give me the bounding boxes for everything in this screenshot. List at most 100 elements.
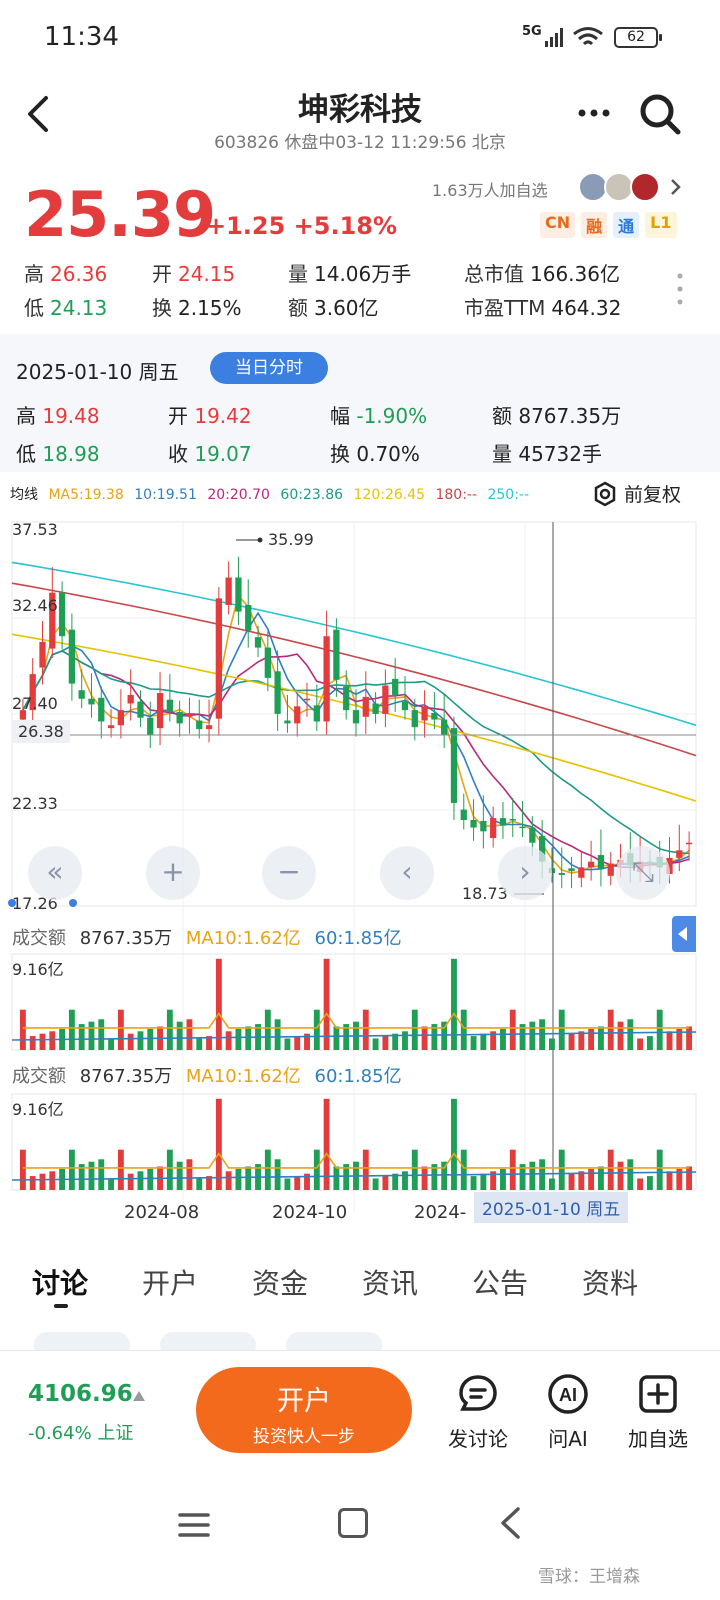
volume-bar	[147, 1028, 154, 1050]
volume-bar	[666, 1171, 673, 1190]
volume-bar	[333, 1166, 340, 1190]
candle-body	[597, 855, 605, 870]
expand-stats-icon[interactable]	[676, 272, 684, 306]
tab-discussion[interactable]: 讨论	[32, 1262, 88, 1302]
watcher-avatars[interactable]	[578, 172, 662, 202]
ask-ai-button[interactable]: AI 问AI	[528, 1373, 608, 1452]
volume-bar	[509, 1009, 516, 1050]
volume-bar	[245, 1166, 252, 1190]
candle-body	[499, 818, 507, 826]
candle-body	[676, 850, 683, 858]
add-watchlist-button[interactable]: 加自选	[618, 1373, 698, 1452]
tab-open-account[interactable]: 开户	[142, 1262, 198, 1302]
tag-connect[interactable]: 通	[613, 212, 640, 238]
volume-bar	[98, 1159, 105, 1190]
volume-bar	[39, 1033, 46, 1050]
candle-body	[450, 728, 458, 803]
volume-bar	[294, 1036, 301, 1050]
candle-body	[558, 873, 565, 875]
volume-bar	[39, 1173, 46, 1190]
volume-bar	[29, 1036, 36, 1050]
scroll-left-button[interactable]: ‹	[380, 846, 434, 900]
volume-bar	[372, 1038, 379, 1050]
volume-bar	[411, 1009, 418, 1050]
x-tick-label: 2024-	[414, 1202, 467, 1223]
ma180-value: 180:--	[435, 487, 478, 503]
day-detail-panel: 2025-01-10 周五 当日分时 高 19.48 开 19.42 幅 -1.…	[0, 334, 720, 472]
tab-profile[interactable]: 资料	[582, 1262, 638, 1302]
ma60-line	[22, 650, 690, 855]
volume-bar	[568, 1033, 575, 1050]
open-account-button[interactable]: 开户 投资快人一步	[196, 1367, 412, 1453]
kline-svg[interactable]	[0, 510, 720, 1230]
volume-bar	[215, 1098, 222, 1190]
nav-back-icon[interactable]	[498, 1506, 522, 1540]
more-icon[interactable]	[574, 98, 614, 128]
zoom-out-button[interactable]: −	[262, 846, 316, 900]
tag-l1[interactable]: L1	[645, 212, 677, 238]
tag-cn[interactable]: CN	[540, 212, 576, 238]
svg-text:AI: AI	[559, 1385, 577, 1405]
high-marker-label: 35.99	[268, 530, 314, 549]
tab-funds[interactable]: 资金	[252, 1262, 308, 1302]
search-icon[interactable]	[636, 90, 684, 138]
ma-title: 均线	[10, 487, 38, 503]
intraday-button[interactable]: 当日分时	[210, 352, 328, 384]
volume-bar	[421, 1026, 428, 1050]
ma-legend[interactable]: 均线 MA5:19.38 10:19.51 20:20.70 60:23.86 …	[10, 484, 535, 504]
index-value[interactable]: 4106.96	[28, 1381, 133, 1407]
index-change[interactable]: -0.64% 上证	[28, 1419, 133, 1445]
volume-bar	[294, 1176, 301, 1190]
volume-bar	[500, 1028, 506, 1050]
day-volume: 量 45732手	[492, 442, 602, 466]
candle-body	[88, 698, 95, 705]
settings-icon	[594, 481, 616, 507]
recent-apps-icon[interactable]	[178, 1512, 210, 1538]
post-discussion-button[interactable]: 发讨论	[438, 1373, 518, 1452]
tab-news[interactable]: 资讯	[362, 1262, 418, 1302]
collapse-tab[interactable]	[672, 916, 696, 952]
watchers-count[interactable]: 1.63万人加自选	[432, 177, 548, 201]
tag-margin[interactable]: 融	[581, 212, 608, 238]
volume-bar	[549, 1038, 555, 1050]
candle-body	[215, 598, 222, 719]
candle-body	[225, 577, 232, 605]
volume-legend-1: 成交额 8767.35万 MA10:1.62亿 60:1.85亿	[12, 928, 402, 949]
adjust-toggle[interactable]: 前复权	[592, 480, 681, 507]
volume-bar	[607, 1149, 614, 1190]
volume-bar	[284, 1038, 291, 1050]
volume-bar	[245, 1026, 252, 1050]
candle-body	[578, 867, 585, 878]
stat-high: 高 26.36	[24, 262, 108, 286]
volume-bar	[186, 1019, 193, 1050]
battery-icon: 62	[614, 27, 662, 48]
volume-bar	[19, 1149, 26, 1190]
volume-bar	[597, 1166, 604, 1190]
current-price: 25.39	[24, 178, 216, 251]
volume-bar	[500, 1168, 506, 1190]
candle-body	[333, 629, 340, 680]
kline-chart[interactable]: 37.53 32.46 27.40 22.33 17.26 35.99 18.7…	[0, 510, 720, 1230]
network-5g: 5G	[522, 24, 542, 39]
volume-bar	[215, 958, 222, 1050]
tab-announcements[interactable]: 公告	[472, 1262, 528, 1302]
candle-body	[382, 685, 389, 714]
volume-legend-2: 成交额 8767.35万 MA10:1.62亿 60:1.85亿	[12, 1066, 402, 1087]
fullscreen-button[interactable]: ⤡	[616, 846, 670, 900]
home-icon[interactable]	[338, 1508, 368, 1538]
plus-square-icon	[639, 1375, 677, 1413]
volume-bar	[313, 1009, 320, 1050]
volume-bar	[362, 1009, 369, 1050]
volume-bar	[549, 1178, 555, 1190]
chevron-right-icon[interactable]	[669, 176, 683, 198]
candle-body	[117, 710, 125, 726]
volume-bar	[656, 1149, 663, 1190]
zoom-out-far-button[interactable]: «	[28, 846, 82, 900]
zoom-in-button[interactable]: +	[146, 846, 200, 900]
volume-bar	[108, 1178, 115, 1190]
volume-bar	[137, 1031, 144, 1050]
scroll-right-button[interactable]: ›	[498, 846, 552, 900]
candle-body	[401, 701, 409, 711]
post-discussion-label: 发讨论	[448, 1427, 508, 1451]
volume-bar	[627, 1019, 634, 1050]
